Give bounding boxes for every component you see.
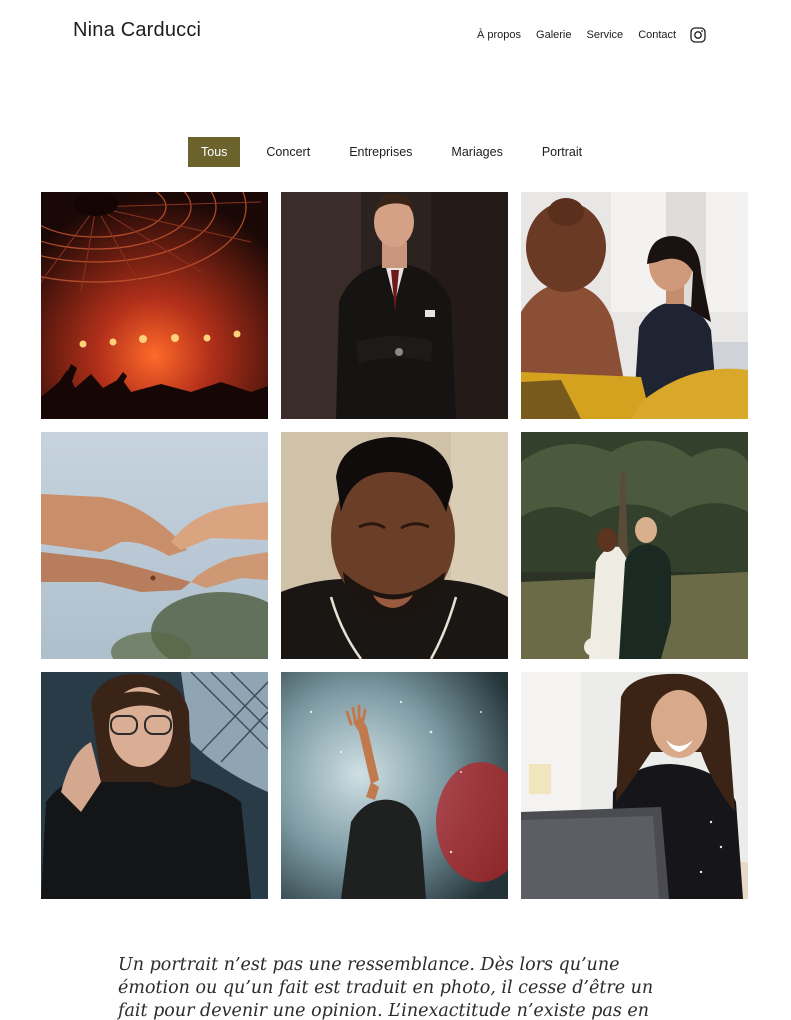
gallery-photo-woman-glasses[interactable]	[41, 672, 268, 899]
nav-link-service[interactable]: Service	[587, 27, 624, 43]
site-brand[interactable]: Nina Carducci	[73, 19, 201, 42]
filter-portrait[interactable]: Portrait	[529, 137, 595, 167]
nav-link-contact[interactable]: Contact	[638, 27, 676, 43]
gallery-grid	[41, 192, 748, 899]
nav-link-a-propos[interactable]: À propos	[477, 27, 521, 43]
gallery-photo-wedding-couple[interactable]	[521, 432, 748, 659]
site-header: Nina Carducci À propos Galerie Service C…	[0, 0, 791, 70]
nav-link-galerie[interactable]: Galerie	[536, 27, 571, 43]
gallery-photo-man-in-suit[interactable]	[281, 192, 508, 419]
main-nav: À propos Galerie Service Contact	[477, 26, 706, 43]
filter-entreprises[interactable]: Entreprises	[336, 137, 425, 167]
filter-mariages[interactable]: Mariages	[438, 137, 515, 167]
gallery-photo-woman-laptop[interactable]	[521, 672, 748, 899]
about-quote: Un portrait n’est pas une ressemblance. …	[118, 955, 654, 1020]
gallery-photo-concert-stage[interactable]	[41, 192, 268, 419]
gallery-photo-hands-reaching[interactable]	[41, 432, 268, 659]
instagram-icon[interactable]	[690, 27, 706, 43]
gallery-filters: Tous Concert Entreprises Mariages Portra…	[188, 137, 595, 167]
gallery-photo-business-meeting[interactable]	[521, 192, 748, 419]
gallery-photo-man-portrait[interactable]	[281, 432, 508, 659]
gallery-photo-concert-crowd[interactable]	[281, 672, 508, 899]
filter-tous[interactable]: Tous	[188, 137, 241, 167]
filter-concert[interactable]: Concert	[253, 137, 323, 167]
